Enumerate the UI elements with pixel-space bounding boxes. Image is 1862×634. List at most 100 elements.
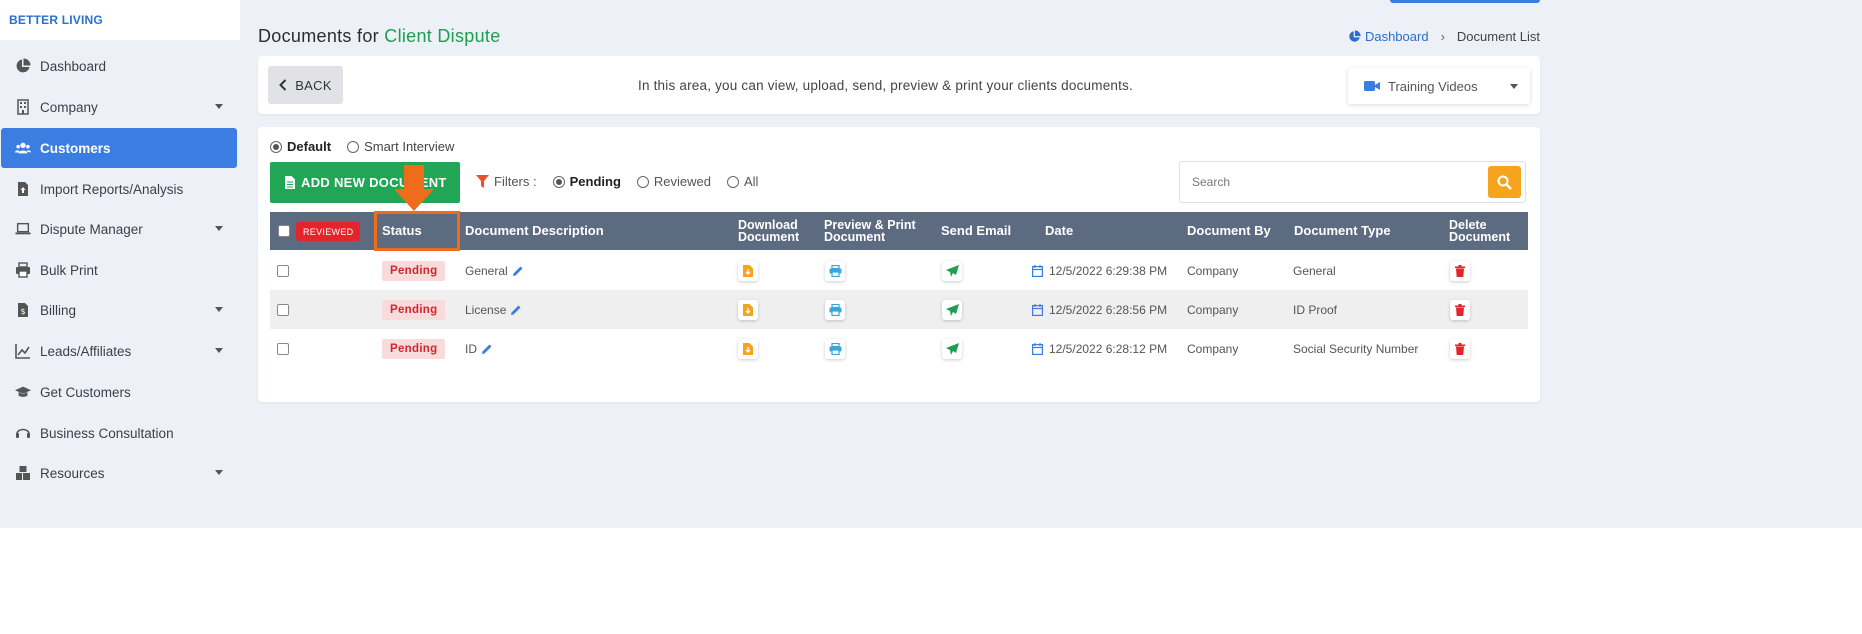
delete-button[interactable] <box>1450 338 1470 359</box>
file-icon <box>285 176 295 189</box>
download-button[interactable] <box>738 338 758 359</box>
chevron-down-icon <box>1510 84 1518 89</box>
chevron-down-icon <box>215 226 223 231</box>
row-checkbox[interactable] <box>277 342 289 355</box>
send-email-button[interactable] <box>942 260 962 281</box>
pencil-icon[interactable] <box>512 265 524 277</box>
header-document-by[interactable]: Document By <box>1187 212 1271 250</box>
back-button[interactable]: BACK <box>268 66 343 104</box>
search-button[interactable] <box>1488 166 1521 198</box>
header-document-type[interactable]: Document Type <box>1294 212 1391 250</box>
chevron-down-icon <box>215 104 223 109</box>
filter-pending-radio[interactable]: Pending <box>552 174 621 189</box>
brand-logo[interactable]: BETTER LIVING <box>0 0 240 40</box>
sidebar-item-label: Company <box>40 99 98 115</box>
printer-icon <box>14 262 32 278</box>
top-edge-button[interactable] <box>1390 0 1540 3</box>
header-date[interactable]: Date <box>1045 212 1073 250</box>
mark-reviewed-button[interactable]: REVIEWED <box>296 222 361 241</box>
mode-default-radio[interactable]: Default <box>270 139 331 154</box>
down-arrow-annotation-icon <box>394 165 434 211</box>
search-input[interactable] <box>1180 162 1490 202</box>
row-checkbox[interactable] <box>277 264 289 277</box>
breadcrumb: Dashboard › Document List <box>1348 29 1540 44</box>
document-description: ID <box>465 341 477 356</box>
document-by: Company <box>1187 263 1239 278</box>
filters-label: Filters : <box>494 174 537 189</box>
sidebar-item-resources[interactable]: Resources <box>1 453 237 493</box>
delete-button[interactable] <box>1450 299 1470 320</box>
document-description: General <box>465 263 508 278</box>
paper-plane-icon <box>945 264 959 277</box>
print-button[interactable] <box>825 338 845 359</box>
headset-icon <box>14 425 32 441</box>
page-title-prefix: Documents for <box>258 26 379 46</box>
send-email-button[interactable] <box>942 299 962 320</box>
document-type: ID Proof <box>1293 302 1338 317</box>
sidebar-item-customers[interactable]: Customers <box>1 128 237 168</box>
calendar-icon <box>1032 264 1043 277</box>
header-document-description[interactable]: Document Description <box>465 212 604 250</box>
print-button[interactable] <box>825 299 845 320</box>
sidebar-item-import-reports[interactable]: Import Reports/Analysis <box>1 169 237 209</box>
sidebar-item-bulk-print[interactable]: Bulk Print <box>1 250 237 290</box>
status-filters: Filters : Pending Reviewed All <box>476 174 758 189</box>
row-checkbox[interactable] <box>277 303 289 316</box>
select-all-checkbox[interactable] <box>278 225 290 237</box>
sidebar-item-label: Get Customers <box>40 384 131 400</box>
page-title-client: Client Dispute <box>384 26 501 46</box>
header-delete-document: Delete Document <box>1449 212 1510 250</box>
print-button[interactable] <box>825 260 845 281</box>
download-button[interactable] <box>738 299 758 320</box>
paper-plane-icon <box>945 303 959 316</box>
status-badge: Pending <box>382 260 446 281</box>
filter-all-radio[interactable]: All <box>727 174 758 189</box>
sidebar-item-company[interactable]: Company <box>1 87 237 127</box>
info-text: In this area, you can view, upload, send… <box>638 78 1133 93</box>
file-upload-icon <box>14 181 32 197</box>
sidebar-item-get-customers[interactable]: Get Customers <box>1 372 237 412</box>
download-button[interactable] <box>738 260 758 281</box>
send-email-button[interactable] <box>942 338 962 359</box>
sidebar-item-billing[interactable]: $ Billing <box>1 290 237 330</box>
document-date: 12/5/2022 6:28:56 PM <box>1049 302 1168 317</box>
table-row: Pending License 12/5/2022 6:28:56 PM Com… <box>270 290 1528 329</box>
radio-checked <box>552 175 565 188</box>
breadcrumb-dashboard-link[interactable]: Dashboard <box>1348 29 1429 44</box>
mode-default-label: Default <box>287 139 332 154</box>
sidebar-item-business-consultation[interactable]: Business Consultation <box>1 413 237 453</box>
header-preview-print: Preview & Print Document <box>824 212 916 250</box>
filter-pending-label: Pending <box>569 174 621 189</box>
breadcrumb-current: Document List <box>1456 29 1540 44</box>
pencil-icon[interactable] <box>510 304 522 316</box>
sidebar-item-label: Leads/Affiliates <box>40 343 132 359</box>
trash-icon <box>1455 264 1465 277</box>
search-box <box>1179 161 1526 203</box>
sidebar-item-label: Business Consultation <box>40 425 174 441</box>
radio-checked <box>270 140 282 153</box>
chevron-down-icon <box>215 348 223 353</box>
select-all-cell <box>278 212 290 250</box>
delete-button[interactable] <box>1450 260 1470 281</box>
radio-unchecked <box>347 140 360 153</box>
download-icon <box>743 303 753 316</box>
chevron-right-icon: › <box>1440 29 1445 44</box>
header-send-email: Send Email <box>941 223 1012 238</box>
documents-card: Default Smart Interview ADD NEW DOCUMENT… <box>258 127 1540 402</box>
pencil-icon[interactable] <box>481 343 493 355</box>
filter-reviewed-label: Reviewed <box>653 174 711 189</box>
mode-selector: Default Smart Interview <box>270 139 454 154</box>
filter-reviewed-radio[interactable]: Reviewed <box>636 174 711 189</box>
status-badge: Pending <box>382 299 446 320</box>
training-videos-dropdown[interactable]: Training Videos <box>1348 68 1530 104</box>
calendar-icon <box>1032 342 1043 355</box>
sidebar-item-dispute-manager[interactable]: Dispute Manager <box>1 209 237 249</box>
brand-name: BETTER LIVING <box>9 13 103 27</box>
sidebar-item-leads-affiliates[interactable]: Leads/Affiliates <box>1 331 237 371</box>
laptop-icon <box>14 221 32 237</box>
download-icon <box>743 264 753 277</box>
sidebar-item-dashboard[interactable]: Dashboard <box>1 46 237 86</box>
mode-smart-interview-radio[interactable]: Smart Interview <box>347 139 454 154</box>
filters-label-group: Filters : <box>476 174 537 189</box>
document-date: 12/5/2022 6:28:12 PM <box>1049 341 1168 356</box>
